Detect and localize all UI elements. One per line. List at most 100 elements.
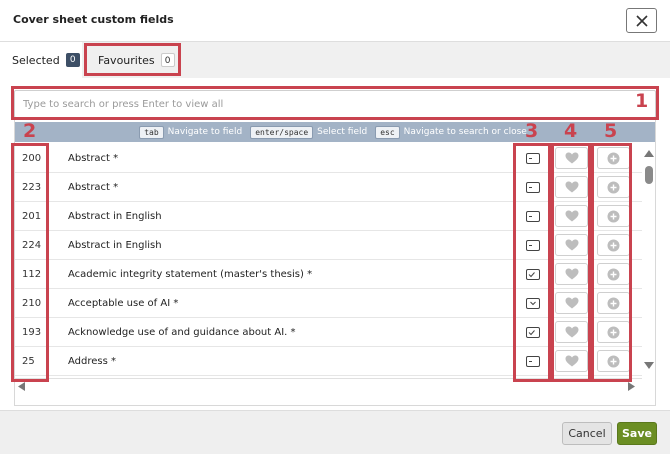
heart-icon [565, 181, 578, 193]
field-name: Acceptable use of AI * [68, 298, 179, 309]
vertical-scrollbar[interactable] [642, 144, 656, 376]
field-name: Abstract in English [68, 211, 162, 222]
tab-favourites-count: 0 [160, 53, 175, 67]
text-field-icon [526, 240, 540, 251]
text-field-icon [526, 153, 540, 164]
field-name: Address * [68, 356, 117, 367]
tab-bar: Selected 0 Favourites 0 [0, 42, 670, 78]
add-field-button[interactable] [597, 176, 630, 198]
add-field-button[interactable] [597, 321, 630, 343]
field-list: 200 Abstract * 223 Abstract * 201 Abstract in… [14, 144, 642, 376]
scrollbar-thumb[interactable] [645, 166, 653, 184]
hint-key-enter: enter/space [250, 125, 314, 139]
favourite-button[interactable] [555, 263, 588, 285]
field-name: Academic integrity statement (master's t… [68, 269, 313, 280]
cover-sheet-dialog: Cover sheet custom fields Selected 0 Fav… [0, 0, 670, 454]
heart-icon [565, 297, 578, 309]
field-name: Abstract in English [68, 240, 162, 251]
favourite-button[interactable] [555, 205, 588, 227]
plus-circle-icon [607, 152, 620, 164]
tab-favourites[interactable]: Favourites 0 [84, 42, 181, 78]
cancel-button[interactable]: Cancel [562, 422, 612, 445]
field-id: 112 [22, 269, 42, 280]
horizontal-scrollbar[interactable] [14, 378, 642, 392]
field-row[interactable]: 223 Abstract * [14, 173, 642, 202]
tab-selected-count: 0 [65, 53, 80, 67]
text-field-icon [526, 182, 540, 193]
field-id: 25 [22, 356, 35, 367]
favourite-button[interactable] [555, 147, 588, 169]
plus-circle-icon [607, 355, 620, 367]
dropdown-field-icon [526, 298, 540, 309]
field-row[interactable]: 25 Address * [14, 347, 642, 376]
field-id: 201 [22, 211, 42, 222]
favourite-button[interactable] [555, 234, 588, 256]
dialog-title: Cover sheet custom fields [13, 13, 174, 26]
field-id: 224 [22, 240, 42, 251]
scroll-down-icon[interactable] [644, 362, 654, 369]
field-row[interactable]: 224 Abstract in English [14, 231, 642, 260]
heart-icon [565, 210, 578, 222]
add-field-button[interactable] [597, 292, 630, 314]
field-id: 200 [22, 153, 42, 164]
hint-key-tab: tab [139, 125, 164, 139]
add-field-button[interactable] [597, 234, 630, 256]
annotation-number-3: 3 [525, 120, 539, 142]
heart-icon [565, 152, 578, 164]
text-field-icon [526, 356, 540, 367]
save-button[interactable]: Save [617, 422, 657, 445]
tab-favourites-label: Favourites [98, 53, 155, 67]
field-row[interactable]: 210 Acceptable use of AI * [14, 289, 642, 318]
field-id: 223 [22, 182, 42, 193]
favourite-button[interactable] [555, 292, 588, 314]
field-id: 210 [22, 298, 42, 309]
add-field-button[interactable] [597, 350, 630, 372]
checkbox-field-icon [526, 269, 540, 280]
plus-circle-icon [607, 181, 620, 193]
favourite-button[interactable] [555, 321, 588, 343]
hint-text-esc: Navigate to search or close [403, 127, 527, 137]
plus-circle-icon [607, 297, 620, 309]
hint-text-tab: Navigate to field [167, 127, 243, 137]
annotation-number-2: 2 [23, 120, 37, 142]
tab-selected-label: Selected [12, 53, 60, 67]
dialog-footer: Cancel Save [0, 410, 670, 454]
favourite-button[interactable] [555, 176, 588, 198]
annotation-number-1: 1 [635, 90, 649, 112]
plus-circle-icon [607, 210, 620, 222]
plus-circle-icon [607, 239, 620, 251]
annotation-number-5: 5 [604, 120, 618, 142]
field-row[interactable]: 112 Academic integrity statement (master'… [14, 260, 642, 289]
heart-icon [565, 355, 578, 367]
field-name: Acknowledge use of and guidance about AI… [68, 327, 296, 338]
heart-icon [565, 239, 578, 251]
heart-icon [565, 326, 578, 338]
favourite-button[interactable] [555, 350, 588, 372]
close-button[interactable] [626, 8, 657, 33]
heart-icon [565, 268, 578, 280]
checkbox-field-icon [526, 327, 540, 338]
field-row[interactable]: 201 Abstract in English [14, 202, 642, 231]
dialog-header: Cover sheet custom fields [0, 0, 670, 42]
hint-text-enter: Select field [317, 127, 368, 137]
plus-circle-icon [607, 268, 620, 280]
scroll-left-icon[interactable] [18, 382, 25, 391]
field-name: Abstract * [68, 153, 119, 164]
text-field-icon [526, 211, 540, 222]
add-field-button[interactable] [597, 263, 630, 285]
hint-key-esc: esc [375, 125, 400, 139]
keyboard-hint-bar: tab Navigate to field enter/space Select… [14, 122, 656, 142]
scroll-right-icon[interactable] [628, 382, 635, 391]
field-name: Abstract * [68, 182, 119, 193]
tab-selected[interactable]: Selected 0 [0, 42, 82, 78]
plus-circle-icon [607, 326, 620, 338]
field-row[interactable]: 193 Acknowledge use of and guidance about… [14, 318, 642, 347]
annotation-number-4: 4 [564, 120, 578, 142]
add-field-button[interactable] [597, 205, 630, 227]
field-row[interactable]: 200 Abstract * [14, 144, 642, 173]
close-icon [635, 14, 648, 27]
scroll-up-icon[interactable] [644, 150, 654, 157]
field-id: 193 [22, 327, 42, 338]
add-field-button[interactable] [597, 147, 630, 169]
search-input[interactable] [14, 90, 656, 118]
